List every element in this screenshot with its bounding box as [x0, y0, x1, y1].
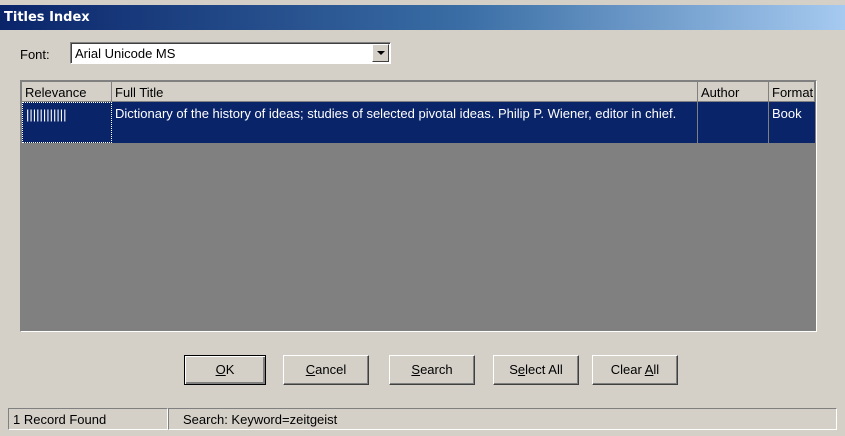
font-select-value: Arial Unicode MS — [75, 46, 176, 61]
ok-button[interactable]: OK — [184, 355, 266, 385]
ok-label-mnemonic: O — [215, 362, 226, 377]
search-label-post: earch — [420, 362, 453, 377]
ok-label-post: K — [225, 362, 235, 377]
clear-all-button[interactable]: Clear All — [592, 355, 678, 385]
titles-index-dialog: Titles Index Font: Arial Unicode MS Rele… — [0, 0, 845, 436]
select-all-label-pre: S — [509, 362, 518, 377]
column-header-author[interactable]: Author — [698, 82, 769, 102]
search-button[interactable]: Search — [389, 355, 475, 385]
window-title: Titles Index — [4, 10, 90, 25]
cancel-label-mnemonic: C — [305, 362, 316, 377]
search-label-mnemonic: S — [411, 362, 421, 377]
table-row[interactable]: |||||||||||| Dictionary of the history o… — [22, 102, 815, 143]
format-cell: Book — [772, 106, 802, 121]
clear-all-label-post: ll — [653, 362, 660, 377]
titles-table[interactable]: Relevance Full Title Author Format |||||… — [20, 80, 817, 332]
status-search-query: Search: Keyword=zeitgeist — [168, 408, 837, 430]
status-record-count: 1 Record Found — [8, 408, 168, 430]
font-select[interactable]: Arial Unicode MS — [70, 42, 391, 64]
relevance-cell: |||||||||||| — [22, 102, 112, 143]
column-header-relevance[interactable]: Relevance — [22, 82, 112, 102]
column-header-format[interactable]: Format — [769, 82, 815, 102]
font-label: Font: — [20, 47, 50, 62]
status-bar: 1 Record Found Search: Keyword=zeitgeist — [8, 408, 837, 430]
select-all-button[interactable]: Select All — [493, 355, 579, 385]
clear-all-label-pre: Clear — [610, 362, 645, 377]
select-all-label-post: lect All — [525, 362, 563, 377]
full-title-cell: Dictionary of the history of ideas; stud… — [112, 102, 698, 143]
column-header-full-title[interactable]: Full Title — [112, 82, 698, 102]
cancel-button[interactable]: Cancel — [283, 355, 369, 385]
dropdown-arrow-icon[interactable] — [372, 44, 389, 62]
cancel-label-post: ancel — [315, 362, 347, 377]
title-bar[interactable]: Titles Index — [0, 5, 845, 30]
author-cell — [698, 102, 769, 143]
